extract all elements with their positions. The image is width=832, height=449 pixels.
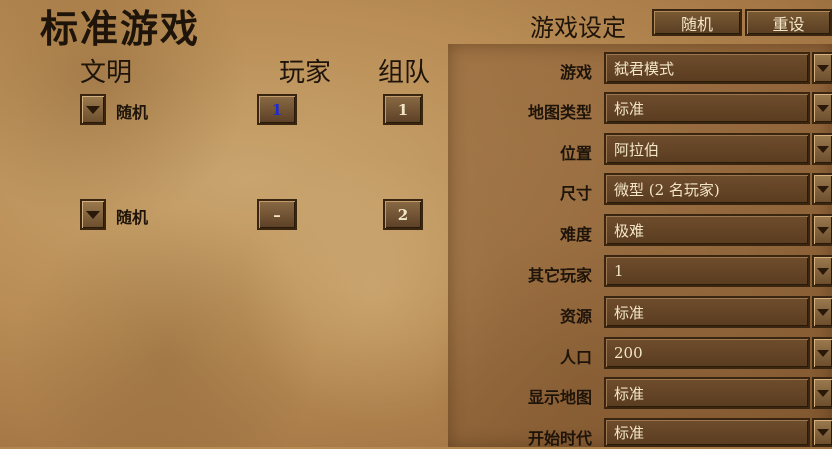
setting-field-size[interactable]: 微型 (2 名玩家) [604, 173, 810, 205]
setting-dropdown-difficulty[interactable] [812, 214, 832, 246]
chevron-down-icon [86, 210, 100, 219]
setting-label-other-players: 其它玩家 [527, 266, 592, 285]
player-number-button[interactable]: 1 [257, 94, 297, 125]
setting-dropdown-other-players[interactable] [812, 255, 832, 287]
column-header-civ: 文明 [80, 58, 133, 88]
setting-field-population[interactable]: 200 [604, 337, 810, 369]
setting-label-resources: 资源 [559, 307, 592, 326]
civ-dropdown-button[interactable] [80, 199, 106, 230]
chevron-down-icon [817, 389, 829, 397]
setting-dropdown-map-type[interactable] [812, 92, 832, 124]
game-settings-label: 游戏设定 [530, 14, 626, 42]
setting-dropdown-population[interactable] [812, 337, 832, 369]
setting-label-game: 游戏 [559, 63, 592, 82]
team-button[interactable]: 1 [383, 94, 423, 125]
chevron-down-icon [817, 145, 829, 153]
player-number-button[interactable]: – [257, 199, 297, 230]
setting-field-game[interactable]: 弑君模式 [604, 52, 810, 84]
column-header-player: 玩家 [279, 58, 332, 88]
chevron-down-icon [817, 349, 829, 357]
team-button[interactable]: 2 [383, 199, 423, 230]
setting-dropdown-reveal-map[interactable] [812, 377, 832, 409]
chevron-down-icon [817, 185, 829, 193]
setting-label-difficulty: 难度 [559, 225, 592, 244]
civ-label: 随机 [116, 103, 149, 122]
setting-label-size: 尺寸 [559, 184, 592, 203]
chevron-down-icon [86, 105, 100, 114]
reset-settings-button[interactable]: 重设 [745, 9, 832, 36]
setting-field-map-type[interactable]: 标准 [604, 92, 810, 124]
setting-field-difficulty[interactable]: 极难 [604, 214, 810, 246]
civ-label: 随机 [116, 208, 149, 227]
setting-field-location[interactable]: 阿拉伯 [604, 133, 810, 165]
setting-field-resources[interactable]: 标准 [604, 296, 810, 328]
chevron-down-icon [817, 104, 829, 112]
setting-label-starting-age: 开始时代 [527, 429, 592, 448]
setting-field-other-players[interactable]: 1 [604, 255, 810, 287]
setting-field-reveal-map[interactable]: 标准 [604, 377, 810, 409]
page-title: 标准游戏 [40, 6, 201, 51]
setting-label-location: 位置 [559, 144, 592, 163]
chevron-down-icon [817, 226, 829, 234]
setting-dropdown-starting-age[interactable] [812, 418, 832, 447]
civ-dropdown-button[interactable] [80, 94, 106, 125]
chevron-down-icon [817, 267, 829, 275]
chevron-down-icon [817, 308, 829, 316]
setting-dropdown-resources[interactable] [812, 296, 832, 328]
chevron-down-icon [817, 429, 829, 436]
setting-dropdown-game[interactable] [812, 52, 832, 84]
setting-label-map-type: 地图类型 [527, 103, 592, 122]
setting-dropdown-location[interactable] [812, 133, 832, 165]
column-header-team: 组队 [378, 58, 431, 88]
setting-label-reveal-map: 显示地图 [527, 388, 592, 407]
setting-field-starting-age[interactable]: 标准 [604, 418, 810, 447]
random-settings-button[interactable]: 随机 [652, 9, 742, 36]
setting-dropdown-size[interactable] [812, 173, 832, 205]
setting-label-population: 人口 [559, 348, 592, 367]
chevron-down-icon [817, 64, 829, 72]
